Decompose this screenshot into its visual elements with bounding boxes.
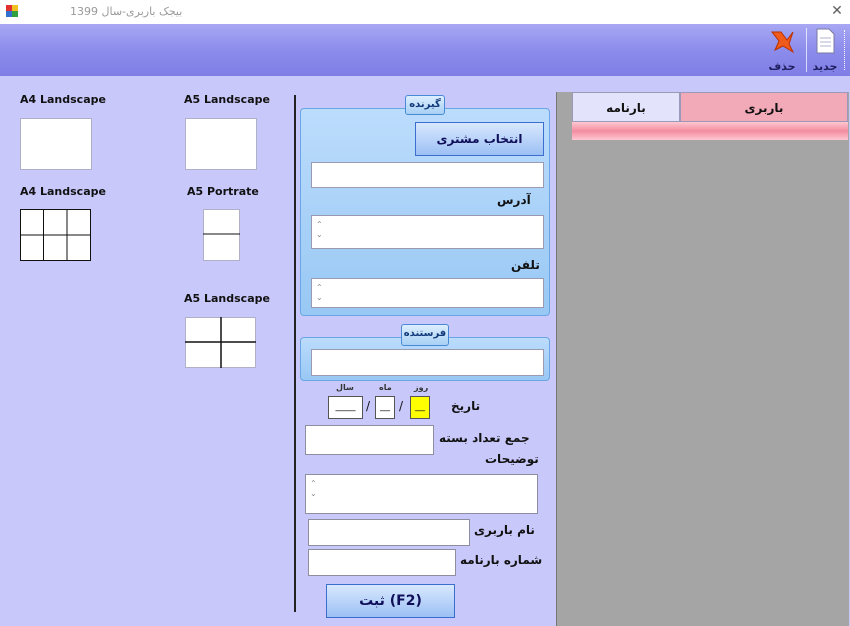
close-icon[interactable]: ✕ <box>828 2 846 20</box>
layout-a4-landscape-preview[interactable] <box>20 118 92 170</box>
layout-a4-grid-preview[interactable] <box>20 209 91 261</box>
delete-label: حذف <box>768 60 796 73</box>
grid-row-selected[interactable] <box>572 122 848 140</box>
month-input[interactable]: __ <box>375 396 395 419</box>
address-label: آدرس <box>497 193 531 207</box>
phone-input[interactable]: ⌃ ⌄ <box>311 278 544 308</box>
phone-scroll-arrows[interactable]: ⌃ ⌄ <box>316 283 323 303</box>
app-icon <box>6 5 18 17</box>
grid-header: بارنامه باربری <box>572 92 848 122</box>
delete-button[interactable]: حذف <box>767 28 797 73</box>
description-label: توضیحات <box>485 452 539 466</box>
sender-legend: فرستنده <box>401 324 449 346</box>
submit-button[interactable]: ثبت (F2) <box>326 584 455 618</box>
layout-a5-landscape-title: A5 Landscape <box>184 93 270 106</box>
carrier-name-input[interactable] <box>308 519 470 546</box>
waybill-number-input[interactable] <box>308 549 456 576</box>
day-input[interactable]: __ <box>410 396 430 419</box>
layout-a5-portrait-title: A5 Portrate <box>187 185 259 198</box>
carrier-name-label: نام باربری <box>474 523 535 537</box>
day-caption: روز <box>414 383 429 392</box>
toolbar <box>0 24 850 76</box>
toolbar-separator <box>806 28 807 72</box>
layout-a4-landscape-title: A4 Landscape <box>20 93 106 106</box>
vertical-divider <box>294 95 296 612</box>
column-header-waybill[interactable]: بارنامه <box>572 92 680 122</box>
description-input[interactable]: ⌃ ⌄ <box>305 474 538 514</box>
total-packages-label: جمع تعداد بسته <box>439 431 530 445</box>
year-caption: سال <box>336 383 354 392</box>
description-scroll-arrows[interactable]: ⌃ ⌄ <box>310 479 317 499</box>
month-caption: ماه <box>379 383 392 392</box>
select-customer-button[interactable]: انتخاب مشتری <box>415 122 544 156</box>
customer-name-input[interactable] <box>311 162 544 188</box>
layout-a5-portrait-preview[interactable] <box>203 209 240 261</box>
layout-a5-landscape-preview[interactable] <box>185 118 257 170</box>
date-separator: / <box>366 399 371 413</box>
new-label: جدید <box>812 60 838 73</box>
records-grid[interactable] <box>556 92 849 626</box>
layout-a4-grid-title: A4 Landscape <box>20 185 106 198</box>
date-label: تاریخ <box>451 399 481 413</box>
delete-icon <box>770 31 795 54</box>
phone-label: تلفن <box>511 258 540 272</box>
layout-a5-quad-preview[interactable] <box>185 317 256 368</box>
new-button[interactable]: جدید <box>810 28 840 73</box>
receiver-legend: گیرنده <box>405 95 445 115</box>
layout-a5-quad-title: A5 Landscape <box>184 292 270 305</box>
address-scroll-arrows[interactable]: ⌃ ⌄ <box>316 220 323 240</box>
address-input[interactable]: ⌃ ⌄ <box>311 215 544 249</box>
waybill-number-label: شماره بارنامه <box>460 553 543 567</box>
toolbar-grip <box>844 30 848 70</box>
sender-input[interactable] <box>311 349 544 376</box>
window-title: بیجک باربری-سال 1399 <box>70 5 183 18</box>
year-input[interactable]: ____ <box>328 396 363 419</box>
new-document-icon <box>816 28 835 54</box>
total-packages-input[interactable] <box>305 425 434 455</box>
date-separator: / <box>399 399 404 413</box>
column-header-carrier[interactable]: باربری <box>680 92 848 122</box>
